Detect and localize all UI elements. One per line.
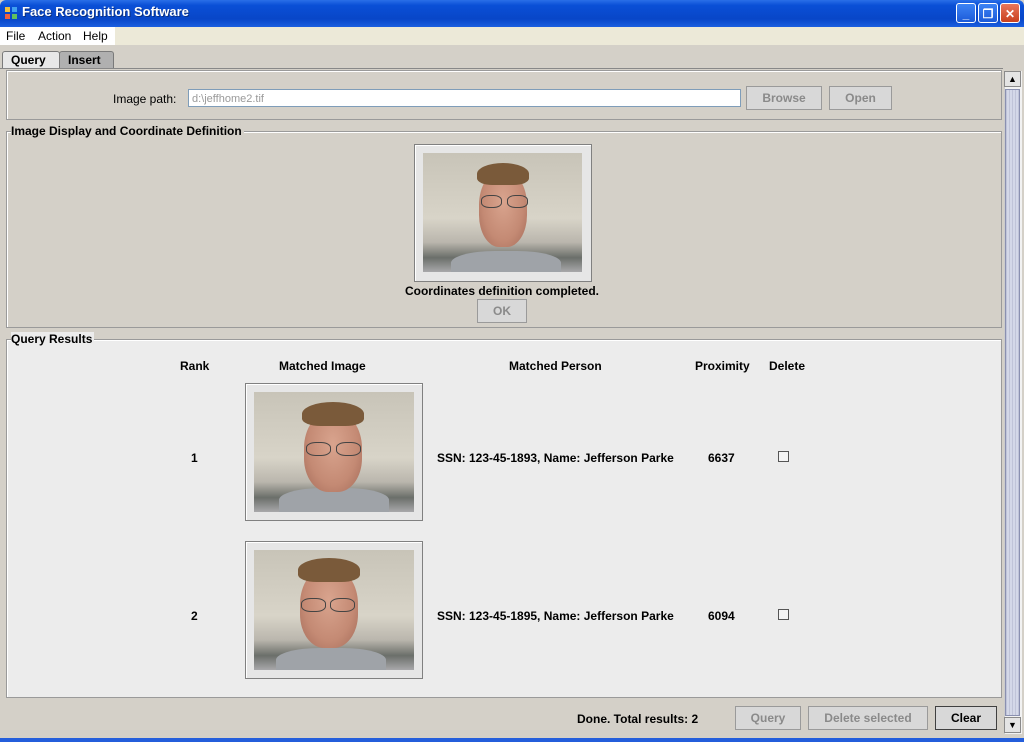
query-button[interactable]: Query [735, 706, 801, 730]
scroll-down-icon: ▼ [1008, 720, 1017, 730]
menu-bar [0, 27, 1024, 45]
header-matched-image: Matched Image [279, 359, 366, 373]
matched-image [254, 392, 414, 512]
window-title: Face Recognition Software [22, 4, 189, 19]
delete-checkbox[interactable] [778, 451, 789, 462]
header-proximity: Proximity [695, 359, 750, 373]
open-button[interactable]: Open [829, 86, 892, 110]
result-proximity: 6094 [708, 609, 735, 623]
header-delete: Delete [769, 359, 806, 373]
coordinates-status: Coordinates definition completed. [404, 284, 599, 298]
scroll-down-button[interactable]: ▼ [1004, 717, 1021, 733]
minimize-button[interactable]: _ [956, 3, 976, 23]
restore-icon: ❐ [982, 7, 994, 21]
image-path-input[interactable]: d:\jeffhome2.tif [188, 89, 741, 107]
close-icon: ✕ [1004, 7, 1016, 21]
scroll-up-icon: ▲ [1008, 74, 1017, 84]
result-rank: 2 [191, 609, 198, 623]
menu-action[interactable]: Action [32, 28, 77, 44]
result-person: SSN: 123-45-1893, Name: Jefferson Parke [437, 451, 674, 465]
browse-button[interactable]: Browse [746, 86, 822, 110]
results-status: Done. Total results: 2 [577, 712, 699, 726]
image-display-legend: Image Display and Coordinate Definition [11, 124, 244, 138]
clear-button[interactable]: Clear [935, 706, 997, 730]
taskbar-edge [0, 738, 1024, 742]
query-results-legend: Query Results [11, 332, 95, 346]
ok-button[interactable]: OK [477, 299, 527, 323]
delete-selected-button[interactable]: Delete selected [808, 706, 928, 730]
minimize-icon: _ [962, 7, 970, 21]
matched-image [254, 550, 414, 670]
tab-divider [0, 68, 1003, 69]
delete-checkbox[interactable] [778, 609, 789, 620]
close-button[interactable]: ✕ [1000, 3, 1020, 23]
result-rank: 1 [191, 451, 198, 465]
scroll-thumb[interactable] [1005, 89, 1020, 716]
menu-file[interactable]: File [0, 28, 31, 44]
header-rank: Rank [180, 359, 210, 373]
scroll-up-button[interactable]: ▲ [1004, 71, 1021, 87]
restore-button[interactable]: ❐ [978, 3, 998, 23]
menu-help[interactable]: Help [77, 28, 114, 44]
tab-insert[interactable]: Insert [59, 51, 114, 69]
app-icon [5, 7, 17, 19]
query-image [423, 153, 582, 272]
query-results-panel [6, 339, 1002, 698]
tab-query[interactable]: Query [2, 51, 60, 69]
result-person: SSN: 123-45-1895, Name: Jefferson Parke [437, 609, 674, 623]
image-path-label: Image path: [113, 92, 177, 106]
result-proximity: 6637 [708, 451, 735, 465]
header-matched-person: Matched Person [509, 359, 602, 373]
